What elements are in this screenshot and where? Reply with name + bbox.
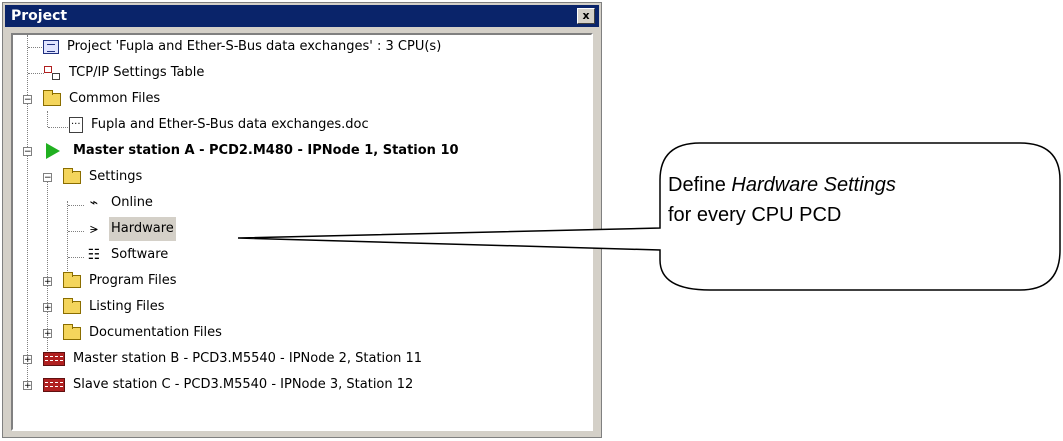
callout-shape bbox=[237, 142, 1061, 291]
callout-text-italic: Hardware Settings bbox=[731, 174, 896, 196]
callout-text: Define Hardware Settings for every CPU P… bbox=[668, 170, 918, 230]
callout-text-after: for every CPU PCD bbox=[668, 204, 842, 226]
callout-text-before: Define bbox=[668, 174, 732, 196]
